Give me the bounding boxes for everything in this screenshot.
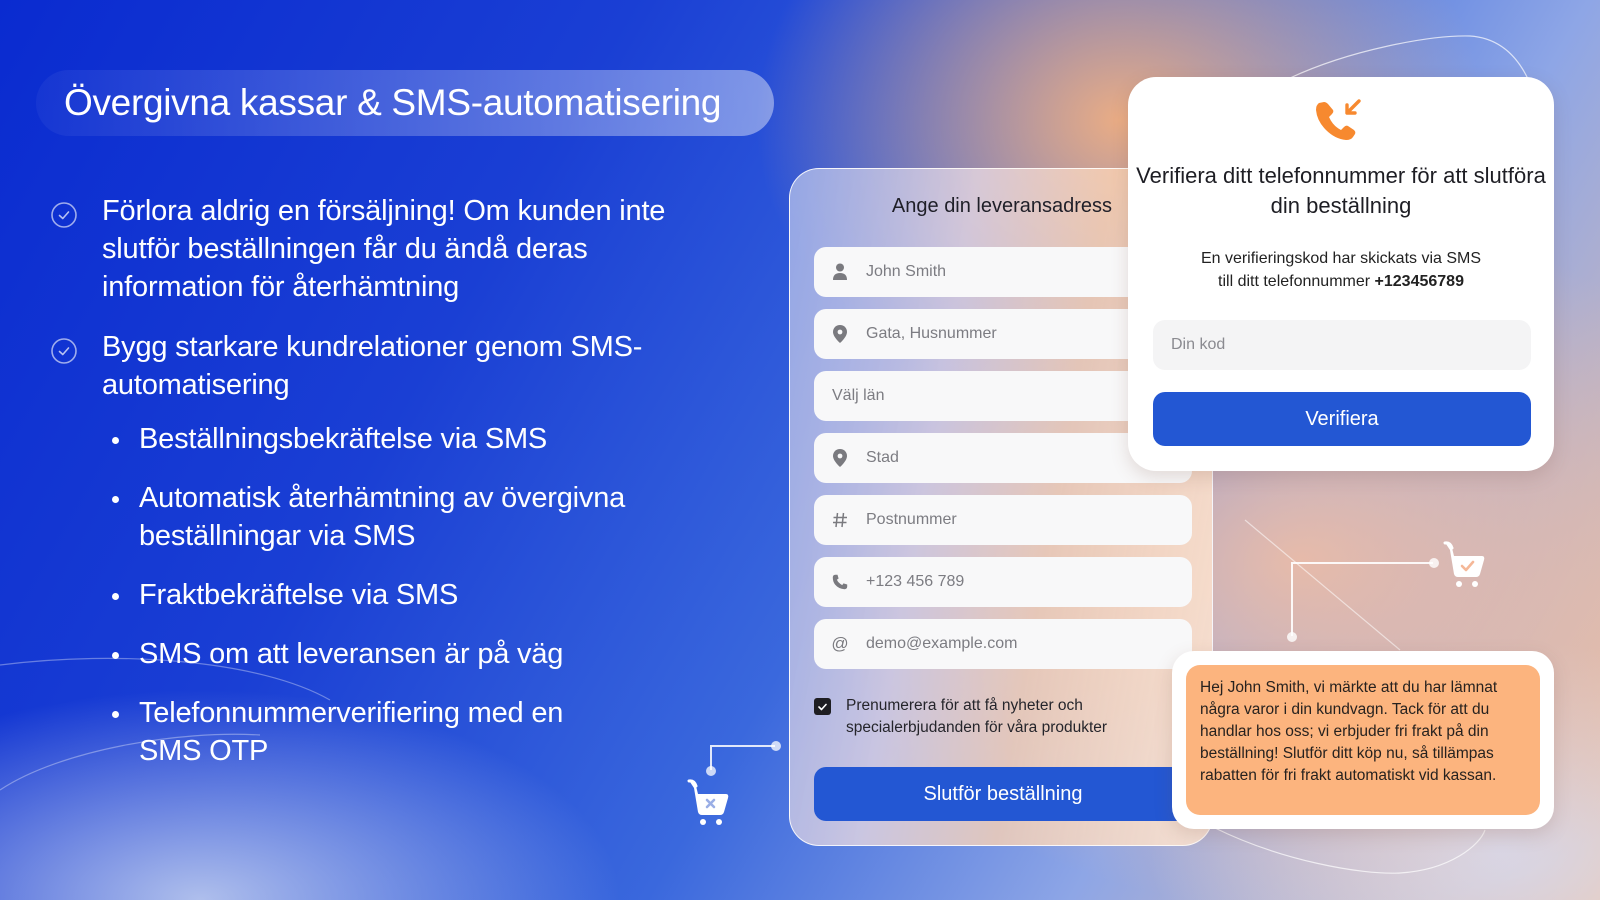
street-placeholder: Gata, Husnummer	[866, 325, 997, 342]
sub-feature-text: Automatisk återhämtning av övergivna bes…	[139, 482, 626, 552]
cart-x-icon	[687, 779, 729, 825]
check-circle-icon	[51, 202, 77, 228]
phone-value: +123 456 789	[866, 573, 965, 590]
decor-diagonal-line	[1244, 519, 1401, 651]
connector-abandoned-cart	[710, 745, 775, 770]
bullet-dot	[112, 496, 119, 503]
connector-node	[1287, 632, 1297, 642]
feature-text: Förlora aldrig en försäljning! Om kunden…	[102, 195, 666, 303]
bullet-dot	[112, 711, 119, 718]
sub-feature-text: SMS om att leveransen är på väg	[139, 638, 564, 670]
feature-item: Bygg starkare kundrelationer genom SMS-a…	[50, 328, 690, 404]
email-value: demo@example.com	[866, 635, 1018, 652]
sub-feature-text: Fraktbekräftelse via SMS	[139, 579, 459, 611]
county-placeholder: Välj län	[832, 387, 885, 404]
complete-order-button[interactable]: Slutför beställning	[814, 767, 1192, 821]
verify-button[interactable]: Verifiera	[1153, 392, 1531, 446]
verify-phone-number: +123456789	[1374, 273, 1464, 290]
city-placeholder: Stad	[866, 449, 899, 466]
location-pin-icon	[830, 448, 850, 468]
feature-text: Bygg starkare kundrelationer genom SMS-a…	[102, 331, 643, 401]
connector-node	[771, 741, 781, 751]
at-icon: @	[831, 634, 849, 653]
phone-verification-dialog: Verifiera ditt telefonnummer för att slu…	[1128, 77, 1554, 471]
sub-feature-item: Beställningsbekräftelse via SMS	[112, 420, 690, 458]
incoming-call-icon	[1316, 99, 1361, 140]
connector-node	[706, 766, 716, 776]
verify-title: Verifiera ditt telefonnummer för att slu…	[1136, 163, 1546, 218]
phone-icon	[830, 572, 850, 592]
sub-feature-item: SMS om att leveransen är på väg	[112, 635, 690, 673]
postal-code-field[interactable]: Postnummer	[814, 495, 1192, 545]
verification-code-input[interactable]	[1153, 320, 1531, 370]
email-field[interactable]: @ demo@example.com	[814, 619, 1192, 669]
check-circle-icon	[51, 338, 77, 364]
connector-completed-cart	[1291, 562, 1433, 636]
bullet-dot	[112, 652, 119, 659]
feature-list: Förlora aldrig en försäljning! Om kunden…	[50, 192, 690, 791]
decor-curve-bottom-right	[1214, 827, 1486, 874]
verify-subtitle-line2: till ditt telefonnummer +123456789	[1128, 270, 1554, 293]
bullet-dot	[112, 593, 119, 600]
title-pill: Övergivna kassar & SMS-automatisering	[36, 70, 774, 136]
sub-feature-text: Telefonnummerverifiering med en SMS OTP	[139, 697, 564, 767]
postal-code-placeholder: Postnummer	[866, 511, 957, 528]
sms-message-text: Hej John Smith, vi märkte att du har läm…	[1186, 665, 1540, 815]
subscribe-checkbox[interactable]	[814, 698, 831, 715]
subscribe-label: Prenumerera för att få nyheter och speci…	[846, 697, 1108, 736]
location-pin-icon	[830, 324, 850, 344]
phone-field[interactable]: +123 456 789	[814, 557, 1192, 607]
sub-feature-item: Automatisk återhämtning av övergivna bes…	[112, 479, 690, 555]
verify-subtitle: En verifieringskod har skickats via SMS …	[1128, 247, 1554, 293]
checkmark-icon	[818, 703, 827, 710]
hash-icon	[830, 510, 850, 530]
slide-title: Övergivna kassar & SMS-automatisering	[64, 82, 722, 123]
subscribe-row: Prenumerera för att få nyheter och speci…	[814, 695, 1174, 739]
sms-feature-sublist: Beställningsbekräftelse via SMS Automati…	[112, 420, 690, 770]
sub-feature-item: Fraktbekräftelse via SMS	[112, 576, 690, 614]
sub-feature-text: Beställningsbekräftelse via SMS	[139, 423, 548, 455]
verify-subtitle-text: till ditt telefonnummer	[1218, 273, 1375, 290]
name-value: John Smith	[866, 263, 947, 280]
connector-node	[1429, 558, 1439, 568]
cart-check-icon	[1443, 541, 1485, 587]
person-icon	[830, 262, 850, 282]
verify-subtitle-line1: En verifieringskod har skickats via SMS	[1200, 250, 1482, 267]
sms-message-card: Hej John Smith, vi märkte att du har läm…	[1172, 651, 1554, 829]
bullet-dot	[112, 437, 119, 444]
sub-feature-item: Telefonnummerverifiering med en SMS OTP	[112, 694, 690, 770]
feature-item: Förlora aldrig en försäljning! Om kunden…	[50, 192, 690, 306]
